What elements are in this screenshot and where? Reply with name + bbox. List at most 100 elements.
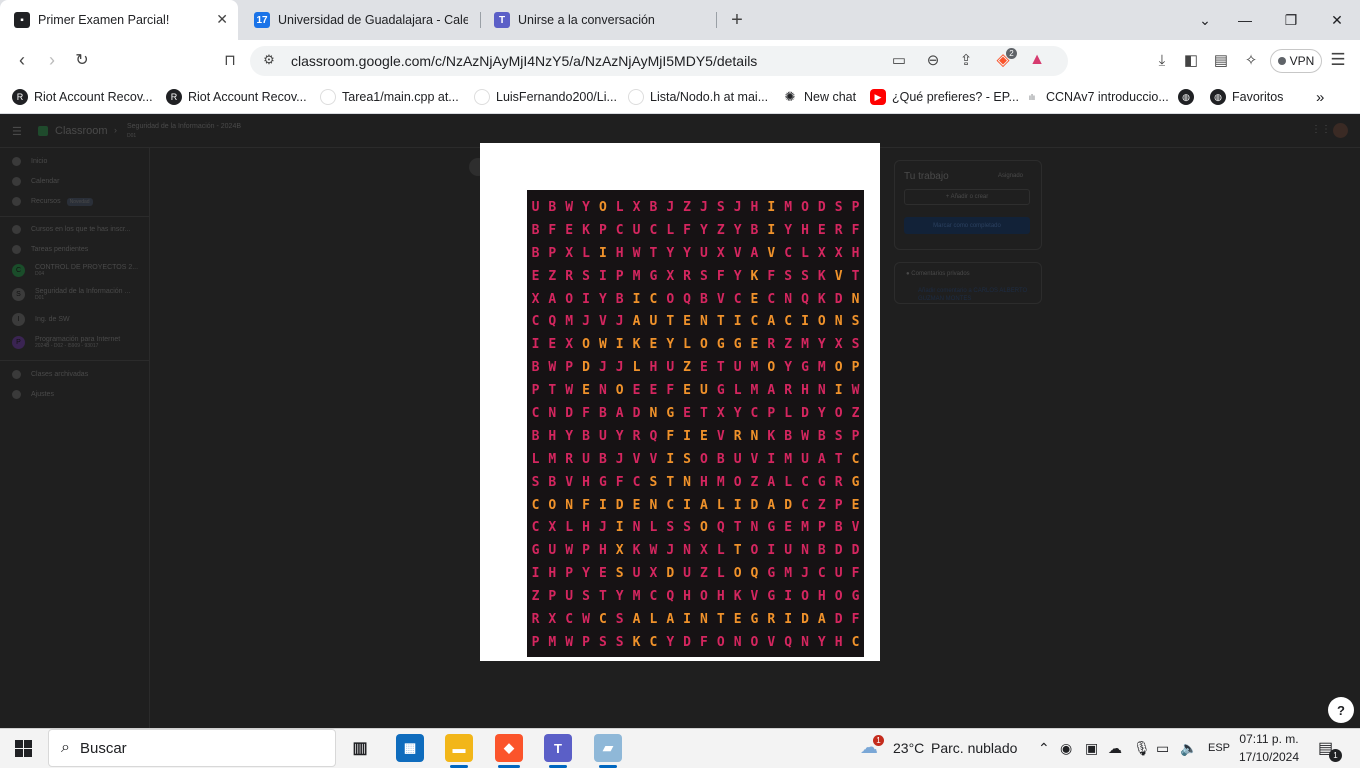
sidebar-item-label: Tareas pendientes <box>31 246 89 253</box>
class-title[interactable]: Seguridad de la Información - 2024B <box>127 123 241 130</box>
clock[interactable]: 07:11 p. m. 17/10/2024 <box>1236 730 1302 766</box>
puzzle-letter: N <box>851 291 860 307</box>
sidebar-item-recursos[interactable]: Recursos Novedad <box>12 197 93 206</box>
puzzle-letter: F <box>666 428 675 444</box>
tray-overflow-icon[interactable]: ⌃ <box>1038 740 1050 757</box>
url-text[interactable]: classroom.google.com/c/NzAzNjAyMjI4NzY5/… <box>291 51 757 71</box>
zoom-icon[interactable]: ⊖ <box>922 49 944 71</box>
volume-icon[interactable]: 🔈 <box>1180 740 1197 757</box>
sidebar-item-label: Cursos en los que te has inscr... <box>31 226 131 233</box>
menu-icon[interactable]: ☰ <box>1327 49 1349 71</box>
puzzle-letter: P <box>851 199 860 215</box>
brave-rewards-icon[interactable]: ▲ <box>1026 49 1048 71</box>
bookmark-riot-2[interactable]: R Riot Account Recov... <box>166 87 307 107</box>
app-name[interactable]: Classroom <box>55 125 108 137</box>
sidebar-item-archivadas[interactable]: Clases archivadas <box>12 370 88 379</box>
close-window-icon[interactable]: ✕ <box>1314 0 1360 40</box>
avatar[interactable] <box>1333 123 1348 138</box>
add-create-button[interactable]: + Añadir o crear <box>904 189 1030 205</box>
bookmark-riot-1[interactable]: R Riot Account Recov... <box>12 87 153 107</box>
sidebar-item-ajustes[interactable]: Ajustes <box>12 390 54 399</box>
weather-temp[interactable]: 23°C <box>893 740 924 756</box>
puzzle-letter: H <box>801 383 809 399</box>
private-comments-label: Comentarios privados <box>911 271 970 277</box>
mark-complete-button[interactable]: Marcar como completado <box>904 217 1030 234</box>
add-comment-link[interactable]: Añadir comentario a CARLOS ALBERTO GUZMA… <box>918 287 1028 303</box>
puzzle-letter: S <box>683 520 691 536</box>
sidebar-icon[interactable]: ◧ <box>1180 49 1202 71</box>
close-tab-icon[interactable]: ✕ <box>216 11 228 28</box>
teams-taskbar-icon[interactable]: T <box>544 734 572 762</box>
wallet-icon[interactable]: ▤ <box>1210 49 1232 71</box>
puzzle-letter: I <box>784 611 793 627</box>
tab-universidad[interactable]: 17 Universidad de Guadalajara - Calend <box>240 0 472 40</box>
tab-separator <box>716 12 717 28</box>
puzzle-letter: P <box>817 520 826 536</box>
forward-icon[interactable]: › <box>40 48 64 72</box>
taskbar-search[interactable]: ⌕ Buscar <box>48 729 336 767</box>
puzzle-letter: A <box>767 474 776 490</box>
sidebar-course-programacion[interactable]: P Programación para Internet 2024B - D02 -… <box>12 336 120 349</box>
help-icon[interactable]: ? <box>1328 697 1354 723</box>
sidebar-item-calendar[interactable]: Calendar <box>12 177 59 186</box>
puzzle-letter: P <box>851 360 860 376</box>
download-icon[interactable]: ⤓ <box>1151 49 1173 71</box>
bookmark-lista-nodo[interactable]: Lista/Nodo.h at mai... <box>628 87 768 107</box>
microphone-icon[interactable]: 🎙 <box>1133 740 1151 757</box>
notes-app-icon[interactable]: ▰ <box>594 734 622 762</box>
puzzle-letter: D <box>582 360 590 376</box>
puzzle-letter: B <box>817 543 826 559</box>
sidebar-enrolled-header[interactable]: Cursos en los que te has inscr... <box>12 225 131 234</box>
sidebar-item-pendientes[interactable]: Tareas pendientes <box>12 245 88 254</box>
bookmark-globe[interactable]: ◍ <box>1178 87 1200 107</box>
vpn-button[interactable]: VPN <box>1270 49 1322 73</box>
restore-icon[interactable]: ❐ <box>1268 0 1314 40</box>
bookmark-luisfernando[interactable]: LuisFernando200/Li... <box>474 87 617 107</box>
reload-icon[interactable]: ↻ <box>70 48 94 72</box>
puzzle-letter: J <box>582 314 590 330</box>
bookmark-ccna[interactable]: ılı CCNAv7 introduccio... <box>1024 87 1169 107</box>
windows-start-icon[interactable] <box>15 740 32 757</box>
puzzle-letter: Y <box>582 566 590 582</box>
brave-browser-icon[interactable]: ◆ <box>495 734 523 762</box>
puzzle-letter: R <box>834 222 843 238</box>
store-icon[interactable]: ▦ <box>396 734 424 762</box>
onedrive-icon[interactable]: ☁ <box>1108 740 1122 757</box>
more-bookmarks-icon[interactable]: » <box>1316 87 1324 107</box>
meet-now-icon[interactable]: ▣ <box>1085 740 1098 757</box>
puzzle-letter: K <box>632 337 641 353</box>
sidebar-course-seguridad[interactable]: S Seguridad de la Información ... D01 <box>12 288 130 301</box>
teams-icon: T <box>494 12 510 28</box>
leo-ai-icon[interactable]: ✧ <box>1240 49 1262 71</box>
language-indicator[interactable]: ESP <box>1208 742 1230 754</box>
sidebar-course-control[interactable]: C CONTROL DE PROYECTOS 2... D04 <box>12 264 138 277</box>
task-view-icon[interactable]: ▥ <box>346 734 374 762</box>
puzzle-letter: Q <box>784 634 793 650</box>
bookmark-icon[interactable]: ⊓ <box>218 48 242 72</box>
network-icon[interactable]: ▭ <box>1156 740 1169 757</box>
site-info-icon[interactable]: ⚙ <box>258 49 280 71</box>
new-tab-icon[interactable]: + <box>726 9 748 31</box>
puzzle-letter: C <box>817 566 826 582</box>
puzzle-letter: J <box>615 451 624 467</box>
bookmark-new-chat[interactable]: ✺ New chat <box>782 87 856 107</box>
sidebar-item-inicio[interactable]: Inicio <box>12 157 47 166</box>
minimize-icon[interactable]: — <box>1222 0 1268 40</box>
tab-primer-examen[interactable]: ▪ Primer Examen Parcial! ✕ <box>0 0 238 40</box>
share-icon[interactable]: ⇪ <box>955 49 977 71</box>
bookmark-tarea1[interactable]: Tarea1/main.cpp at... <box>320 87 459 107</box>
tab-unirse[interactable]: T Unirse a la conversación <box>480 0 716 40</box>
back-icon[interactable]: ‹ <box>10 48 34 72</box>
bookmark-favoritos[interactable]: ◍ Favoritos <box>1210 87 1283 107</box>
sidebar-course-ingsw[interactable]: I Ing. de SW <box>12 313 70 326</box>
cast-icon[interactable]: ▭ <box>888 49 910 71</box>
bookmark-youtube[interactable]: ▶ ¿Qué prefieres? - EP... <box>870 87 1019 107</box>
puzzle-letter: B <box>598 405 607 421</box>
main-menu-icon[interactable]: ☰ <box>12 125 22 138</box>
puzzle-letter: K <box>582 222 590 238</box>
file-explorer-icon[interactable]: ▬ <box>445 734 473 762</box>
record-icon[interactable]: ◉ <box>1060 740 1072 757</box>
apps-grid-icon[interactable]: ⋮⋮ <box>1311 124 1331 135</box>
puzzle-letter: I <box>632 291 641 307</box>
weather-desc[interactable]: Parc. nublado <box>931 740 1017 756</box>
